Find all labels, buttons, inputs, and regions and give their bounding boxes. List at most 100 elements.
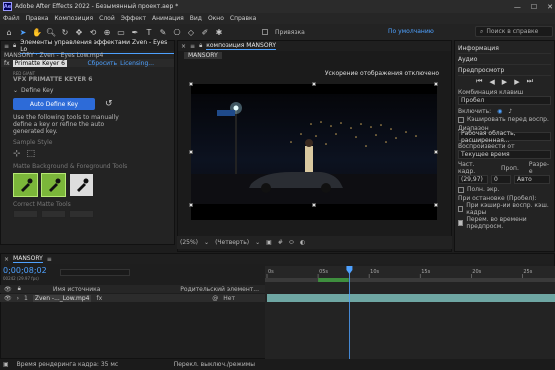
clone-stamp-tool-icon[interactable]: ⎔ xyxy=(172,27,182,37)
prev-frame-icon[interactable]: ◀ xyxy=(489,78,494,86)
clean-dropper-icon[interactable] xyxy=(69,173,94,197)
pickwhip-icon[interactable]: @ xyxy=(212,295,218,302)
last-frame-icon[interactable]: ⏭ xyxy=(527,77,533,86)
reset-link[interactable]: Сбросить xyxy=(87,60,117,67)
rotate-tool-icon[interactable]: ⟲ xyxy=(88,27,98,37)
minimize-button[interactable]: — xyxy=(514,3,521,11)
resolution-select[interactable]: Авто xyxy=(514,175,550,184)
menu-animation[interactable]: Анимация xyxy=(152,15,184,22)
transform-handle[interactable] xyxy=(312,203,316,207)
close-icon[interactable]: × xyxy=(4,256,9,263)
rectangle-tool-icon[interactable]: ▭ xyxy=(116,27,126,37)
chevron-down-icon[interactable]: ⌄ xyxy=(204,239,209,246)
table-row[interactable]: 👁︎ › 1 Zven -..._Low.mp4 fx @ Нет xyxy=(0,294,265,302)
menu-view[interactable]: Вид xyxy=(190,15,202,22)
hamburger-icon[interactable]: ≡ xyxy=(4,43,9,50)
layer-search-field[interactable] xyxy=(60,269,130,276)
point-sample-icon[interactable]: ⊹ xyxy=(13,149,21,159)
selection-tool-icon[interactable]: ➤ xyxy=(18,27,28,37)
info-header[interactable]: Информация xyxy=(458,43,551,54)
roto-brush-tool-icon[interactable]: ✐ xyxy=(200,27,210,37)
transform-handle[interactable] xyxy=(434,150,438,154)
transform-handle[interactable] xyxy=(312,82,316,86)
hamburger-icon[interactable]: ≡ xyxy=(190,43,195,50)
correct-tool-1[interactable] xyxy=(13,210,38,218)
close-icon[interactable]: × xyxy=(181,43,186,50)
rect-sample-icon[interactable]: ⬚ xyxy=(27,149,36,159)
correct-tool-2[interactable] xyxy=(41,210,66,218)
hand-tool-icon[interactable]: ✋ xyxy=(32,27,42,37)
tab-timeline-mansory[interactable]: MANSORY xyxy=(13,255,43,263)
menu-help[interactable]: Справка xyxy=(230,15,256,22)
subtab-mansory[interactable]: MANSORY xyxy=(184,52,222,59)
lock-icon[interactable]: 🔒︎ xyxy=(13,42,16,50)
grid-icon[interactable]: # xyxy=(278,239,283,246)
home-icon[interactable]: ⌂ xyxy=(4,27,14,37)
video-toggle-icon[interactable]: ◉ xyxy=(497,108,502,115)
orbit-tool-icon[interactable]: ↻ xyxy=(60,27,70,37)
licensing-link[interactable]: Licensing... xyxy=(120,60,154,67)
fullscreen-checkbox[interactable] xyxy=(458,186,464,193)
hamburger-icon[interactable]: ≡ xyxy=(47,256,52,263)
brush-tool-icon[interactable]: ✎ xyxy=(158,27,168,37)
play-icon[interactable]: ▶ xyxy=(502,78,507,86)
transform-handle[interactable] xyxy=(189,82,193,86)
parent-select[interactable]: Нет xyxy=(223,295,235,302)
column-source-name[interactable]: Имя источника xyxy=(53,286,101,293)
chevron-right-icon[interactable]: › xyxy=(17,295,19,302)
cache-stop-checkbox[interactable] xyxy=(458,206,464,212)
menu-edit[interactable]: Правка xyxy=(26,15,49,22)
shortcut-select[interactable]: Пробел xyxy=(458,96,551,105)
puppet-tool-icon[interactable]: ✱ xyxy=(214,27,224,37)
maximize-button[interactable]: ☐ xyxy=(531,3,537,11)
toggle-switches[interactable]: Перекл. выключ./режимы xyxy=(174,361,255,368)
magnification-dropdown[interactable]: (25%) xyxy=(180,239,198,246)
menu-layer[interactable]: Слой xyxy=(99,15,115,22)
timeline-track-area[interactable]: 0s 05s 10s 15s 20s 25s xyxy=(265,266,555,359)
chevron-down-icon[interactable]: ⌄ xyxy=(13,87,18,94)
workspace-default[interactable]: По умолчанию xyxy=(388,28,434,35)
zoom-tool-icon[interactable]: 🔍︎ xyxy=(46,27,56,37)
column-parent[interactable]: Родительский элемент... xyxy=(180,286,259,293)
skip-field[interactable]: 0 xyxy=(491,175,511,184)
pan-behind-tool-icon[interactable]: ⊕ xyxy=(102,27,112,37)
search-help-field[interactable]: ⌕ Поиск в справке xyxy=(475,26,553,37)
transform-handle[interactable] xyxy=(434,82,438,86)
move-time-checkbox[interactable] xyxy=(458,220,464,226)
first-frame-icon[interactable]: ⏮ xyxy=(476,77,482,86)
chevron-down-icon[interactable]: ⌄ xyxy=(255,239,260,246)
eraser-tool-icon[interactable]: ◇ xyxy=(186,27,196,37)
menu-window[interactable]: Окно xyxy=(208,15,224,22)
menu-effect[interactable]: Эффект xyxy=(121,15,146,22)
correct-tool-3[interactable] xyxy=(69,210,94,218)
move-tool-icon[interactable]: ✥ xyxy=(74,27,84,37)
tab-composition[interactable]: композиция MANSORY xyxy=(206,42,277,50)
menu-file[interactable]: Файл xyxy=(3,15,20,22)
play-from-select[interactable]: Текущее время xyxy=(458,150,551,159)
next-frame-icon[interactable]: ▶ xyxy=(514,78,519,86)
region-icon[interactable]: ▣ xyxy=(266,239,272,246)
snap-checkbox[interactable] xyxy=(262,29,268,35)
transform-handle[interactable] xyxy=(189,150,193,154)
channel-icon[interactable]: ◐ xyxy=(300,239,305,246)
lock-icon[interactable]: 🔒︎ xyxy=(199,42,202,50)
fx-icon[interactable]: fx xyxy=(96,295,102,302)
reset-icon[interactable]: ↺ xyxy=(105,99,113,109)
current-timecode[interactable]: 0;00;08;02 xyxy=(3,266,47,275)
preview-header[interactable]: Предпросмотр xyxy=(458,65,551,76)
transform-handle[interactable] xyxy=(189,203,193,207)
eye-icon[interactable]: 👁︎ xyxy=(4,295,12,302)
cache-checkbox[interactable] xyxy=(458,116,464,123)
menu-composition[interactable]: Композиция xyxy=(54,15,93,22)
fps-select[interactable]: (29,97) xyxy=(458,175,488,184)
audio-toggle-icon[interactable]: ♪ xyxy=(508,108,512,115)
text-tool-icon[interactable]: T xyxy=(144,27,154,37)
auto-define-key-button[interactable]: Auto Define Key xyxy=(13,98,95,110)
composition-viewer[interactable] xyxy=(191,84,437,220)
range-select[interactable]: Рабочая область, расширенная... xyxy=(458,130,551,144)
foreground-dropper-icon[interactable] xyxy=(41,173,66,197)
audio-header[interactable]: Аудио xyxy=(458,54,551,65)
mask-icon[interactable]: ⬭ xyxy=(289,239,294,247)
resolution-dropdown[interactable]: (Четверть) xyxy=(215,239,249,246)
layer-name[interactable]: Zven -..._Low.mp4 xyxy=(32,294,92,302)
